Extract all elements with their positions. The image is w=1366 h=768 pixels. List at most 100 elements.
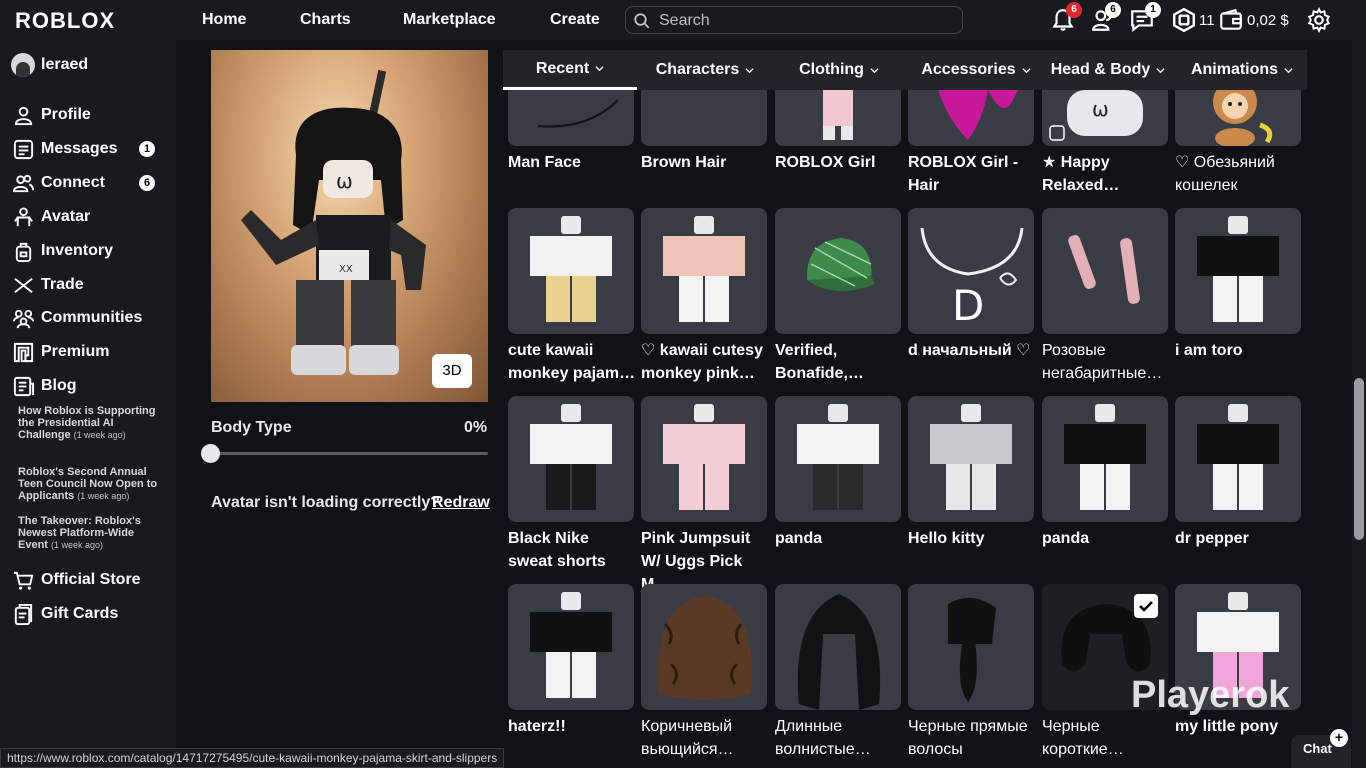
item-thumbnail[interactable] bbox=[508, 584, 634, 710]
status-bar-url: https://www.roblox.com/catalog/147172754… bbox=[0, 748, 505, 768]
item-name[interactable]: d начальный ♡ bbox=[908, 339, 1036, 362]
sidebar-item-label: Premium bbox=[41, 343, 110, 360]
item-image bbox=[806, 238, 875, 292]
sidebar-item-inventory[interactable]: Inventory bbox=[12, 238, 162, 264]
item-thumbnail[interactable] bbox=[1175, 90, 1301, 146]
gear-icon[interactable] bbox=[1306, 7, 1332, 33]
category-tabs: Recent Characters Clothing Accessories H… bbox=[503, 50, 1307, 90]
body-type-slider-thumb[interactable] bbox=[201, 444, 220, 463]
chat-plus-icon[interactable]: + bbox=[1330, 729, 1348, 747]
sidebar-item-connect[interactable]: Connect 6 bbox=[12, 170, 162, 196]
equipped-check-icon[interactable] bbox=[1134, 594, 1158, 618]
nav-create[interactable]: Create bbox=[550, 11, 600, 29]
item-name[interactable]: Черные прямые волосы bbox=[908, 715, 1036, 761]
chevron-down-icon bbox=[745, 67, 754, 73]
friends-icon bbox=[12, 174, 35, 192]
item-name[interactable]: Brown Hair bbox=[641, 151, 769, 174]
item-name[interactable]: Verified, Bonafide,… bbox=[775, 339, 903, 385]
item-name[interactable]: cute kawaii monkey pajam… bbox=[508, 339, 636, 385]
sidebar-item-gift-cards[interactable]: Gift Cards bbox=[12, 601, 162, 627]
nav-marketplace[interactable]: Marketplace bbox=[403, 11, 496, 29]
body-type-slider[interactable] bbox=[211, 452, 488, 455]
item-thumbnail[interactable] bbox=[908, 584, 1034, 710]
sidebar-item-trade[interactable]: Trade bbox=[12, 272, 162, 298]
item-thumbnail[interactable] bbox=[641, 208, 767, 334]
wallet-icon[interactable] bbox=[1218, 7, 1244, 33]
item-name[interactable]: Длинные волнистые… bbox=[775, 715, 903, 761]
item-thumbnail[interactable] bbox=[1042, 396, 1168, 522]
chat-label: Chat bbox=[1303, 741, 1332, 756]
blog-post-link[interactable]: The Takeover: Roblox's Newest Platform-W… bbox=[18, 515, 158, 551]
tab-label: Head & Body bbox=[1050, 61, 1151, 78]
item-thumbnail[interactable] bbox=[775, 90, 901, 146]
tab-label: Accessories bbox=[921, 61, 1016, 78]
item-name[interactable]: ♡ kawaii cutesy monkey pink… bbox=[641, 339, 769, 385]
item-thumbnail[interactable] bbox=[1042, 208, 1168, 334]
tab-head-body[interactable]: Head & Body bbox=[1044, 50, 1172, 90]
item-name[interactable]: i am toro bbox=[1175, 339, 1303, 362]
item-thumbnail[interactable] bbox=[641, 584, 767, 710]
tab-accessories[interactable]: Accessories bbox=[913, 50, 1039, 90]
page-scrollbar-thumb[interactable] bbox=[1354, 378, 1364, 540]
item-image bbox=[1068, 235, 1140, 304]
search-input[interactable]: Search bbox=[625, 6, 963, 34]
tab-recent[interactable]: Recent bbox=[503, 50, 637, 90]
redraw-link[interactable]: Redraw bbox=[432, 494, 490, 512]
item-thumbnail[interactable] bbox=[508, 208, 634, 334]
sidebar-item-blog[interactable]: Blog bbox=[12, 373, 162, 399]
item-name[interactable]: Черные короткие… bbox=[1042, 715, 1170, 761]
item-thumbnail[interactable] bbox=[775, 396, 901, 522]
sidebar-user[interactable]: leraed bbox=[11, 52, 88, 78]
item-name[interactable]: my little pony bbox=[1175, 715, 1303, 738]
sidebar-item-communities[interactable]: Communities bbox=[12, 305, 162, 331]
item-image: ω bbox=[1049, 90, 1143, 141]
item-image bbox=[948, 597, 996, 702]
item-thumbnail[interactable] bbox=[908, 90, 1034, 146]
nav-home[interactable]: Home bbox=[202, 11, 246, 29]
blog-post-link[interactable]: How Roblox is Supporting the Presidentia… bbox=[18, 405, 158, 441]
item-thumbnail[interactable] bbox=[908, 396, 1034, 522]
sidebar-item-label: Profile bbox=[41, 106, 91, 123]
item-name[interactable]: dr pepper bbox=[1175, 527, 1303, 550]
item-thumbnail[interactable]: D bbox=[908, 208, 1034, 334]
item-thumbnail[interactable] bbox=[775, 584, 901, 710]
tab-characters[interactable]: Characters bbox=[641, 50, 769, 90]
blog-post-link[interactable]: Roblox's Second Annual Teen Council Now … bbox=[18, 466, 158, 502]
item-name[interactable]: Man Face bbox=[508, 151, 636, 174]
nav-charts[interactable]: Charts bbox=[300, 11, 351, 29]
svg-text:ω: ω bbox=[336, 169, 353, 193]
item-name[interactable]: haterz!! bbox=[508, 715, 636, 738]
item-name[interactable]: Розовые негабаритные… bbox=[1042, 339, 1170, 385]
item-thumbnail[interactable] bbox=[1175, 396, 1301, 522]
item-thumbnail[interactable] bbox=[775, 208, 901, 334]
item-name[interactable]: panda bbox=[775, 527, 903, 550]
item-name[interactable]: ROBLOX Girl - Hair bbox=[908, 151, 1036, 197]
item-thumbnail[interactable] bbox=[508, 90, 634, 146]
item-thumbnail[interactable] bbox=[1175, 208, 1301, 334]
messages-icon bbox=[13, 139, 34, 159]
item-thumbnail[interactable] bbox=[508, 396, 634, 522]
sidebar-item-messages[interactable]: Messages 1 bbox=[12, 136, 162, 162]
tab-label: Animations bbox=[1190, 61, 1279, 78]
robux-icon[interactable] bbox=[1171, 7, 1197, 33]
item-name[interactable]: Hello kitty bbox=[908, 527, 1036, 550]
item-thumbnail[interactable] bbox=[641, 90, 767, 146]
item-thumbnail[interactable]: ω bbox=[1042, 90, 1168, 146]
sidebar-item-avatar[interactable]: Avatar bbox=[12, 204, 162, 230]
sidebar-item-profile[interactable]: Profile bbox=[12, 102, 162, 128]
roblox-logo[interactable]: ROBLOX bbox=[15, 8, 115, 34]
item-name[interactable]: ROBLOX Girl bbox=[775, 151, 903, 174]
sidebar-item-official-store[interactable]: Official Store bbox=[12, 567, 162, 593]
toggle-3d-button[interactable]: 3D bbox=[432, 354, 472, 388]
item-name[interactable]: Black Nike sweat shorts bbox=[508, 527, 636, 573]
tab-animations[interactable]: Animations bbox=[1183, 50, 1301, 90]
avatar-preview[interactable]: ω XX bbox=[211, 50, 488, 402]
item-name[interactable]: Коричневый вьющийся… bbox=[641, 715, 769, 761]
chevron-down-icon bbox=[595, 66, 604, 72]
tab-clothing[interactable]: Clothing bbox=[783, 50, 895, 90]
sidebar-item-premium[interactable]: Premium bbox=[12, 339, 162, 365]
item-name[interactable]: panda bbox=[1042, 527, 1170, 550]
item-name[interactable]: ♡ Обезьяний кошелек bbox=[1175, 151, 1303, 197]
item-name[interactable]: ★ Happy Relaxed… bbox=[1042, 151, 1170, 197]
item-thumbnail[interactable] bbox=[641, 396, 767, 522]
